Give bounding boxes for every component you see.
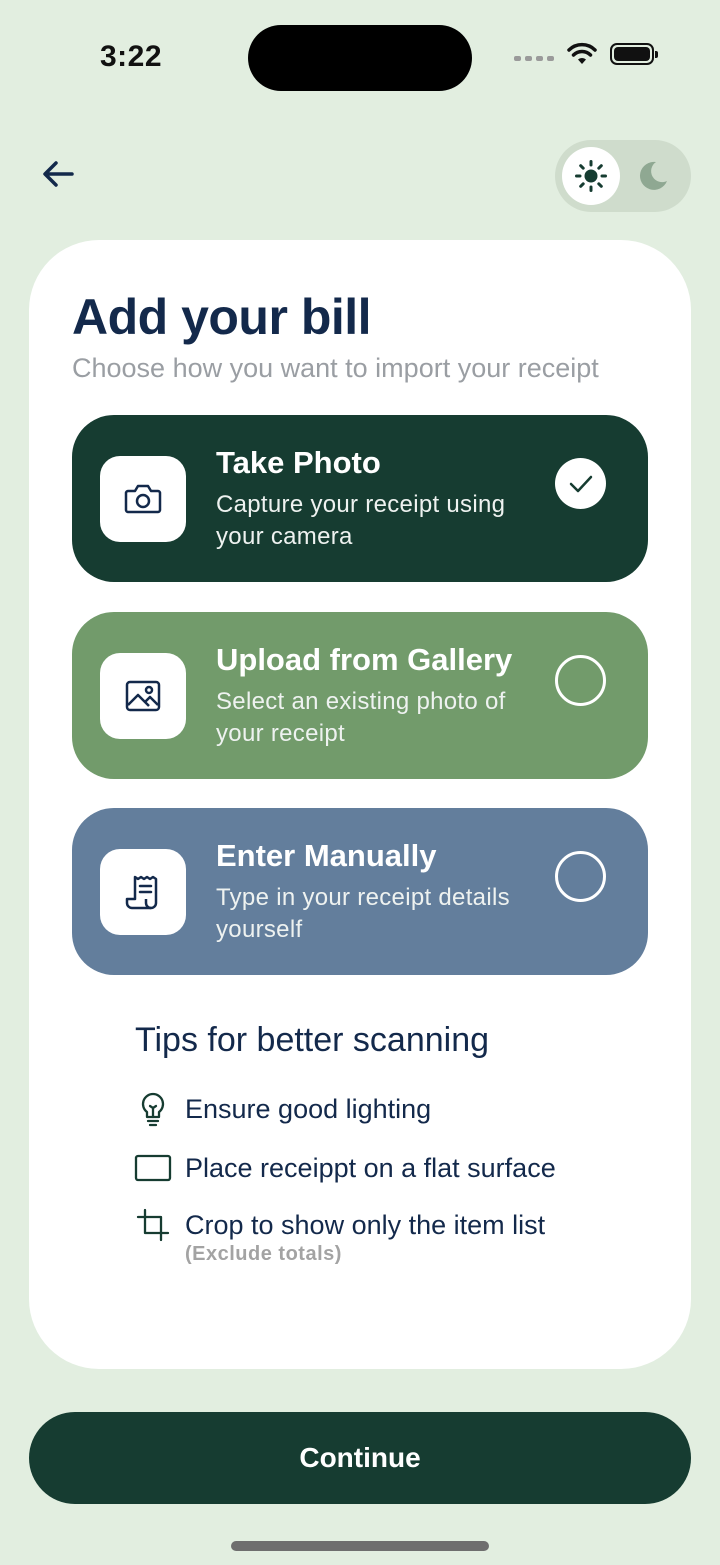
option-enter-manually[interactable]: Enter Manually Type in your receipt deta… xyxy=(72,808,648,975)
option-icon-box xyxy=(100,456,186,542)
tips-title: Tips for better scanning xyxy=(135,1021,490,1059)
wifi-icon xyxy=(567,42,597,64)
back-button[interactable] xyxy=(36,152,80,196)
theme-dark-button[interactable] xyxy=(630,154,674,198)
option-take-photo[interactable]: Take Photo Capture your receipt using yo… xyxy=(72,415,648,582)
option-radio-unselected[interactable] xyxy=(555,851,606,902)
status-time: 3:22 xyxy=(100,40,163,73)
checkmark-icon xyxy=(569,475,592,492)
option-description: Type in your receipt details yourself xyxy=(216,884,510,943)
receipt-icon xyxy=(125,875,158,910)
tip-text: Place receippt on a flat surface xyxy=(185,1153,556,1183)
crop-icon xyxy=(136,1208,170,1242)
page-subtitle: Choose how you want to import your recei… xyxy=(72,353,599,383)
theme-toggle[interactable] xyxy=(555,140,691,212)
tip-note: (Exclude totals) xyxy=(185,1243,342,1265)
tip-item: Ensure good lighting xyxy=(133,1091,431,1127)
option-icon-box xyxy=(100,653,186,739)
moon-icon xyxy=(639,161,667,190)
option-title: Enter Manually xyxy=(216,838,437,873)
add-bill-card: Add your bill Choose how you want to imp… xyxy=(29,240,691,1369)
battery-icon xyxy=(610,43,658,65)
status-icons xyxy=(514,42,658,66)
lightbulb-icon xyxy=(141,1092,165,1127)
rectangle-icon xyxy=(134,1154,172,1182)
home-indicator xyxy=(231,1541,489,1551)
tip-text: Crop to show only the item list xyxy=(185,1210,546,1240)
dynamic-island xyxy=(248,25,472,91)
option-upload-gallery[interactable]: Upload from Gallery Select an existing p… xyxy=(72,612,648,779)
option-description: Select an existing photo of your receipt xyxy=(216,688,506,747)
option-title: Upload from Gallery xyxy=(216,642,513,677)
tip-text: Ensure good lighting xyxy=(185,1094,432,1124)
page-title: Add your bill xyxy=(72,289,372,345)
sun-icon xyxy=(575,160,607,192)
signal-dots-icon xyxy=(514,55,554,61)
option-radio-selected[interactable] xyxy=(555,458,606,509)
continue-button[interactable]: Continue xyxy=(29,1412,691,1504)
option-title: Take Photo xyxy=(216,445,381,480)
tip-item: Place receippt on a flat surface xyxy=(133,1150,556,1186)
arrow-left-icon xyxy=(43,161,74,187)
option-radio-unselected[interactable] xyxy=(555,655,606,706)
camera-icon xyxy=(124,484,162,514)
option-description: Capture your receipt using your camera xyxy=(216,491,506,550)
option-icon-box xyxy=(100,849,186,935)
theme-light-button[interactable] xyxy=(562,147,620,205)
image-icon xyxy=(125,680,161,712)
tip-item: Crop to show only the item list (Exclude… xyxy=(133,1207,545,1265)
